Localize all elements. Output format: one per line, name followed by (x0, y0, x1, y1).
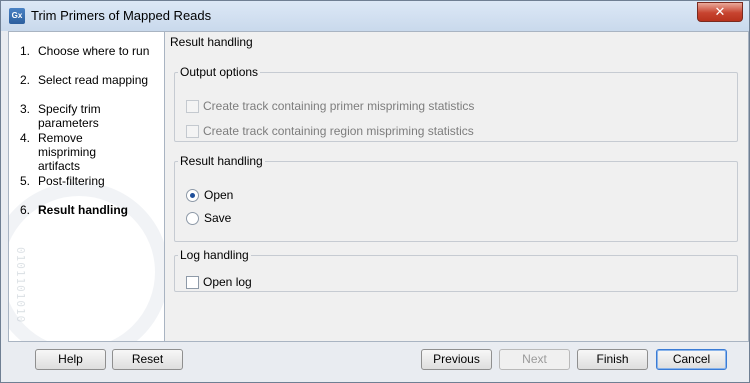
step-label: Select read mapping (38, 73, 149, 87)
step-number: 2. (20, 73, 31, 87)
app-icon: Gx (9, 8, 25, 24)
previous-button[interactable]: Previous (421, 349, 492, 370)
open-log-checkbox[interactable] (186, 275, 199, 289)
step-number: 4. (20, 131, 31, 145)
page-title: Result handling (170, 35, 253, 49)
log-handling-group: Log handling Open log (174, 248, 738, 292)
step-label: Remove mispriming artifacts (38, 131, 97, 173)
primer-mispriming-track-option[interactable]: Create track containing primer misprimin… (186, 99, 474, 113)
save-radio[interactable] (186, 211, 199, 225)
step-number: 5. (20, 174, 31, 188)
steps-panel: 0101101010 1. Choose where to run 2. Sel… (8, 31, 165, 342)
help-button[interactable]: Help (35, 349, 106, 370)
step-select-read-mapping: 2. Select read mapping (20, 73, 158, 87)
checkbox-label: Create track containing region misprimin… (203, 124, 474, 138)
step-remove-mispriming-artifacts: 4. Remove mispriming artifacts (20, 131, 138, 173)
save-radio-option[interactable]: Save (186, 211, 231, 225)
step-specify-trim-parameters: 3. Specify trim parameters (20, 102, 158, 130)
open-radio-option[interactable]: Open (186, 188, 233, 202)
open-radio[interactable] (186, 188, 199, 202)
finish-button[interactable]: Finish (577, 349, 648, 370)
group-legend: Log handling (180, 248, 249, 262)
watermark-binary: 0101101010 (14, 247, 27, 324)
content-panel: Result handling Output options Create tr… (165, 31, 749, 342)
step-label: Specify trim parameters (38, 102, 101, 130)
step-post-filtering: 5. Post-filtering (20, 174, 158, 188)
reset-button[interactable]: Reset (112, 349, 183, 370)
cancel-button[interactable]: Cancel (656, 349, 727, 370)
step-number: 3. (20, 102, 31, 116)
step-number: 6. (20, 203, 31, 217)
window-title: Trim Primers of Mapped Reads (31, 8, 212, 23)
close-button[interactable]: ✕ (697, 2, 743, 22)
radio-label: Open (204, 188, 234, 202)
step-number: 1. (20, 44, 31, 58)
radio-label: Save (204, 211, 232, 225)
open-log-option[interactable]: Open log (186, 275, 252, 289)
dialog-window: Gx Trim Primers of Mapped Reads ✕ 010110… (0, 0, 750, 383)
checkbox-label: Create track containing primer misprimin… (203, 99, 475, 113)
primer-track-checkbox[interactable] (186, 99, 199, 113)
title-bar[interactable]: Gx Trim Primers of Mapped Reads ✕ (1, 1, 749, 31)
step-choose-where-to-run: 1. Choose where to run (20, 44, 158, 58)
step-result-handling: 6. Result handling (20, 203, 158, 217)
step-label: Choose where to run (38, 44, 150, 58)
output-options-group: Output options Create track containing p… (174, 65, 738, 142)
region-mispriming-track-option[interactable]: Create track containing region misprimin… (186, 124, 474, 138)
checkbox-label: Open log (203, 275, 252, 289)
step-label: Post-filtering (38, 174, 105, 188)
group-legend: Result handling (180, 154, 263, 168)
next-button[interactable]: Next (499, 349, 570, 370)
region-track-checkbox[interactable] (186, 124, 199, 138)
result-handling-group: Result handling Open Save (174, 154, 738, 242)
group-legend: Output options (180, 65, 259, 79)
step-label: Result handling (38, 203, 128, 217)
